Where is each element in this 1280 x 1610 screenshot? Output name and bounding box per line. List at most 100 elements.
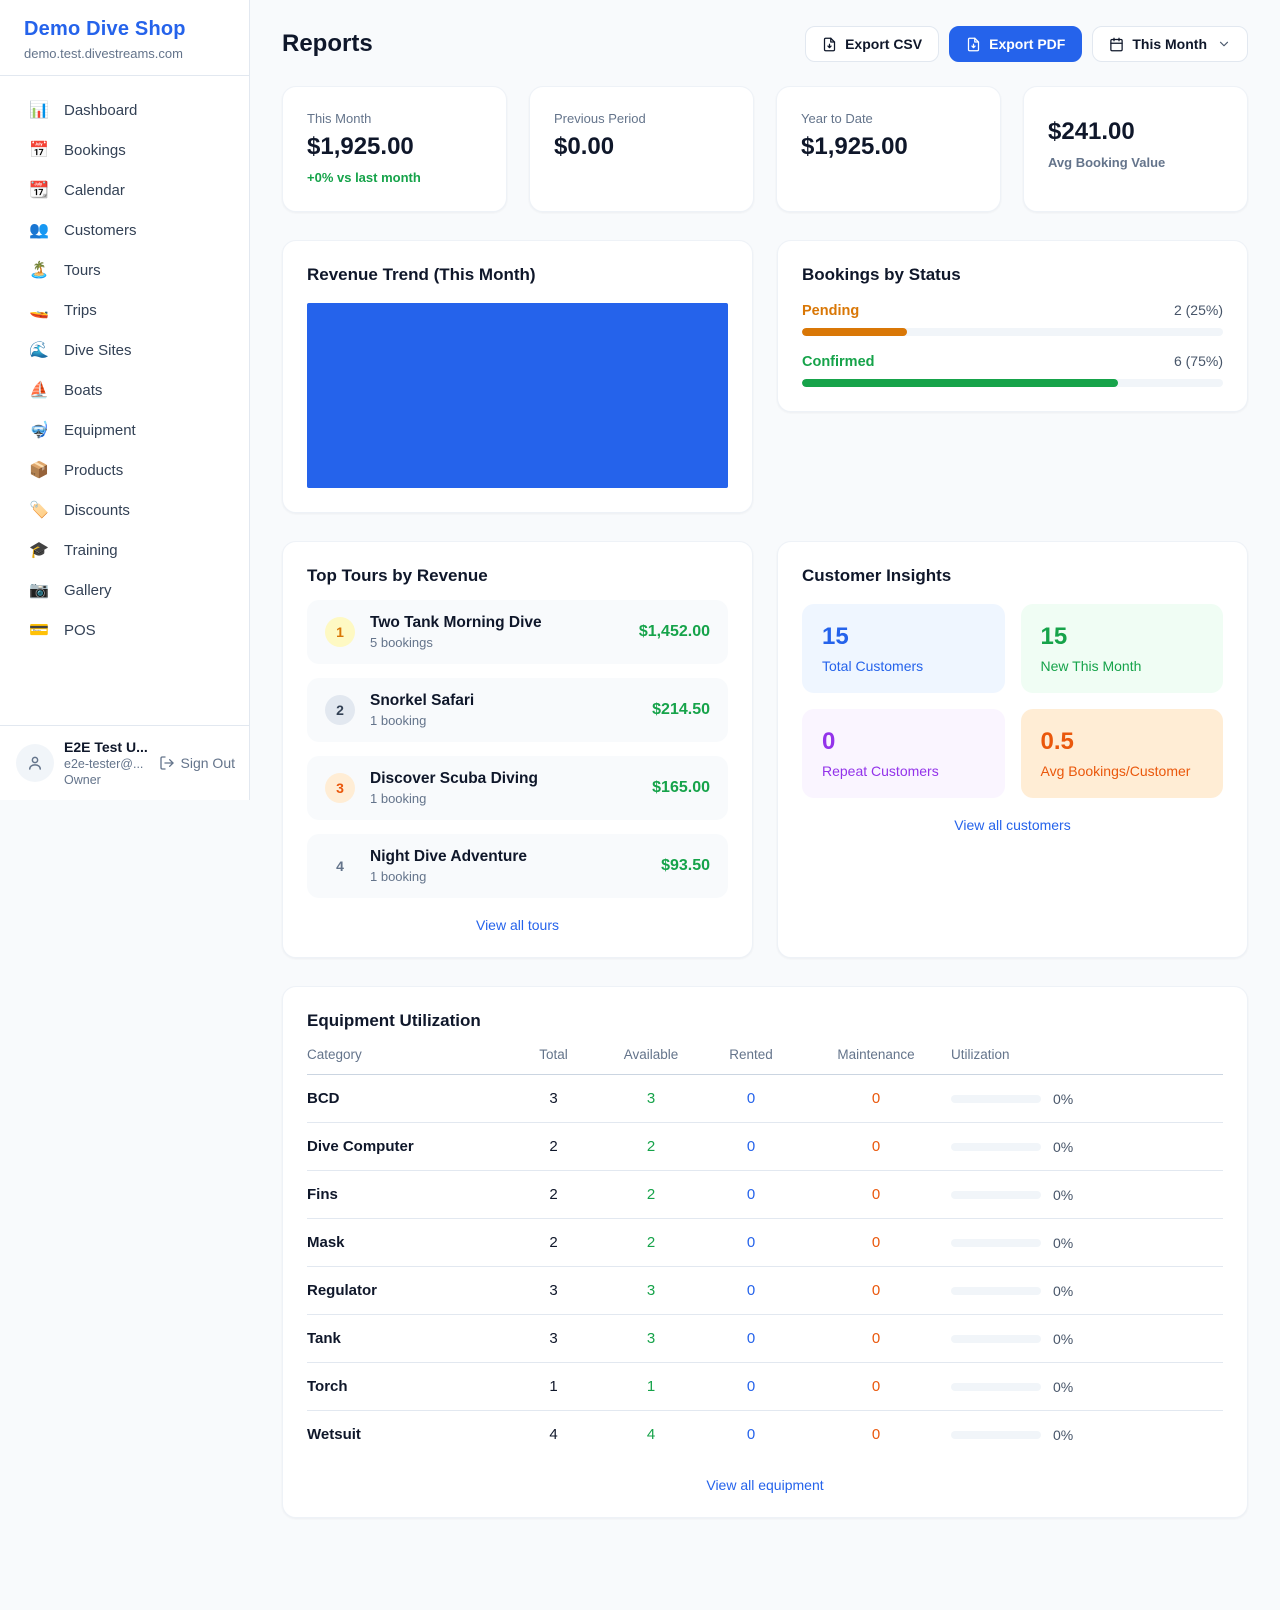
insight-label: New This Month <box>1041 658 1204 674</box>
utilization-percent: 0% <box>1053 1283 1073 1299</box>
cell-rented: 0 <box>701 1234 801 1251</box>
utilization-bar <box>951 1191 1041 1199</box>
insight-tile: 0 Repeat Customers <box>802 709 1005 798</box>
cell-category: Tank <box>307 1330 506 1347</box>
user-avatar <box>16 744 54 782</box>
utilization-bar <box>951 1143 1041 1151</box>
person-icon <box>26 754 44 772</box>
sidebar-item[interactable]: 👥 Customers <box>0 210 249 250</box>
sidebar-item[interactable]: 📷 Gallery <box>0 570 249 610</box>
revenue-trend-chart <box>307 303 728 488</box>
nav-item-label: Bookings <box>64 142 126 159</box>
tour-name: Discover Scuba Diving <box>370 770 538 788</box>
utilization-percent: 0% <box>1053 1091 1073 1107</box>
tour-row: 4 Night Dive Adventure 1 booking $93.50 <box>307 834 728 898</box>
cell-rented: 0 <box>701 1282 801 1299</box>
status-progress-track <box>802 379 1223 387</box>
sign-out-button[interactable]: Sign Out <box>159 755 235 771</box>
col-header-available: Available <box>601 1047 701 1062</box>
sidebar-item[interactable]: 🚤 Trips <box>0 290 249 330</box>
tour-bookings: 1 booking <box>370 869 527 884</box>
sidebar-item[interactable]: 📊 Dashboard <box>0 90 249 130</box>
tour-name: Night Dive Adventure <box>370 848 527 866</box>
cell-available: 2 <box>601 1234 701 1251</box>
sidebar-item[interactable]: 🏷️ Discounts <box>0 490 249 530</box>
insight-tile: 15 New This Month <box>1021 604 1224 693</box>
stat-value: $0.00 <box>554 133 729 161</box>
stat-value: $1,925.00 <box>801 133 976 161</box>
sidebar-item[interactable]: ⛵ Boats <box>0 370 249 410</box>
sign-out-label: Sign Out <box>181 755 235 771</box>
cell-maintenance: 0 <box>801 1330 951 1347</box>
cell-total: 4 <box>506 1426 601 1443</box>
sidebar-item[interactable]: 📆 Calendar <box>0 170 249 210</box>
nav-item-icon: 🚤 <box>29 300 49 320</box>
cell-maintenance: 0 <box>801 1090 951 1107</box>
utilization-bar <box>951 1239 1041 1247</box>
cell-total: 2 <box>506 1186 601 1203</box>
view-all-customers-link[interactable]: View all customers <box>802 817 1223 833</box>
nav-item-icon: 💳 <box>29 620 49 640</box>
brand-domain: demo.test.divestreams.com <box>24 46 225 61</box>
tour-bookings: 1 booking <box>370 713 474 728</box>
file-download-icon <box>966 37 981 52</box>
tour-list: 1 Two Tank Morning Dive 5 bookings $1,45… <box>307 600 728 898</box>
nav-item-icon: 🎓 <box>29 540 49 560</box>
tour-rank-badge: 1 <box>325 617 355 647</box>
cell-total: 3 <box>506 1330 601 1347</box>
revenue-trend-title: Revenue Trend (This Month) <box>307 265 728 285</box>
sidebar-item[interactable]: 📅 Bookings <box>0 130 249 170</box>
tour-row: 1 Two Tank Morning Dive 5 bookings $1,45… <box>307 600 728 664</box>
user-name: E2E Test U... <box>64 739 148 755</box>
tour-row: 3 Discover Scuba Diving 1 booking $165.0… <box>307 756 728 820</box>
nav-item-icon: 🌊 <box>29 340 49 360</box>
stat-card: This Month $1,925.00 +0% vs last month <box>282 86 507 212</box>
view-all-equipment-link[interactable]: View all equipment <box>307 1477 1223 1493</box>
tour-revenue: $214.50 <box>652 701 710 719</box>
status-list: Pending 2 (25%) Confirmed 6 (75%) <box>802 302 1223 387</box>
table-row: Fins 2 2 0 0 0% <box>307 1171 1223 1219</box>
bookings-by-status-card: Bookings by Status Pending 2 (25%) <box>777 240 1248 412</box>
cell-category: Dive Computer <box>307 1138 506 1155</box>
export-pdf-label: Export PDF <box>989 36 1065 52</box>
brand-block: Demo Dive Shop demo.test.divestreams.com <box>0 0 249 76</box>
utilization-percent: 0% <box>1053 1187 1073 1203</box>
cell-available: 3 <box>601 1090 701 1107</box>
utilization-bar <box>951 1383 1041 1391</box>
cell-category: Regulator <box>307 1282 506 1299</box>
cell-rented: 0 <box>701 1090 801 1107</box>
cell-utilization: 0% <box>951 1235 1223 1251</box>
insight-label: Total Customers <box>822 658 985 674</box>
sidebar-item[interactable]: 🌊 Dive Sites <box>0 330 249 370</box>
nav-item-label: Boats <box>64 382 102 399</box>
cell-utilization: 0% <box>951 1091 1223 1107</box>
cell-category: Wetsuit <box>307 1426 506 1443</box>
status-row: Confirmed 6 (75%) <box>802 353 1223 387</box>
sidebar-item[interactable]: 🏝️ Tours <box>0 250 249 290</box>
revenue-trend-card: Revenue Trend (This Month) <box>282 240 753 513</box>
sidebar-item[interactable]: 🎓 Training <box>0 530 249 570</box>
utilization-percent: 0% <box>1053 1235 1073 1251</box>
cell-maintenance: 0 <box>801 1138 951 1155</box>
sidebar-item[interactable]: 🤿 Equipment <box>0 410 249 450</box>
period-dropdown[interactable]: This Month <box>1092 26 1248 62</box>
cell-category: Fins <box>307 1186 506 1203</box>
stat-label: This Month <box>307 111 482 126</box>
cell-rented: 0 <box>701 1186 801 1203</box>
export-csv-button[interactable]: Export CSV <box>805 26 939 62</box>
col-header-utilization: Utilization <box>951 1047 1223 1062</box>
equipment-table-header: Category Total Available Rented Maintena… <box>307 1047 1223 1075</box>
tour-rank-badge: 4 <box>325 851 355 881</box>
stat-card: $241.00 Avg Booking Value <box>1023 86 1248 212</box>
tour-revenue: $93.50 <box>661 857 710 875</box>
sidebar-item[interactable]: 📦 Products <box>0 450 249 490</box>
cell-total: 2 <box>506 1234 601 1251</box>
period-label: This Month <box>1132 36 1207 52</box>
utilization-bar <box>951 1287 1041 1295</box>
sidebar-item[interactable]: 💳 POS <box>0 610 249 650</box>
export-pdf-button[interactable]: Export PDF <box>949 26 1082 62</box>
nav-item-icon: 📷 <box>29 580 49 600</box>
view-all-tours-link[interactable]: View all tours <box>307 917 728 933</box>
table-row: Wetsuit 4 4 0 0 0% <box>307 1411 1223 1458</box>
page-header: Reports Export CSV Export PDF This Month <box>282 26 1248 62</box>
